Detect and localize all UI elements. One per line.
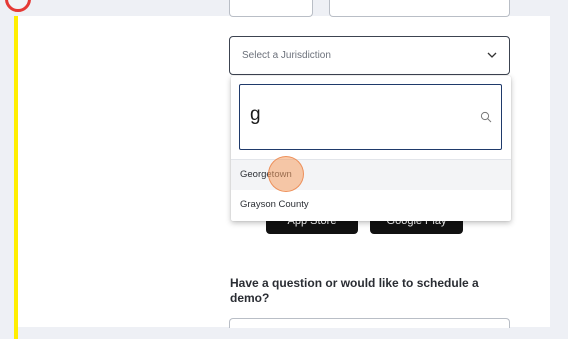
click-indicator xyxy=(268,156,304,192)
jurisdiction-search-input[interactable]: g xyxy=(239,84,502,150)
search-value: g xyxy=(250,104,261,125)
jurisdiction-select[interactable]: Select a Jurisdiction xyxy=(229,36,510,75)
contact-input[interactable] xyxy=(229,318,510,328)
top-left-field[interactable] xyxy=(229,0,313,17)
chevron-down-icon xyxy=(487,52,497,58)
contact-heading: Have a question or would like to schedul… xyxy=(230,276,479,305)
option-grayson-county[interactable]: Grayson County xyxy=(231,190,511,220)
step-badge xyxy=(5,0,31,12)
jurisdiction-placeholder: Select a Jurisdiction xyxy=(242,50,331,61)
search-icon xyxy=(480,111,492,123)
top-right-field[interactable] xyxy=(329,0,510,17)
highlight-guide-bar xyxy=(14,16,18,339)
jurisdiction-dropdown: g Georgetown Grayson County xyxy=(231,76,511,221)
